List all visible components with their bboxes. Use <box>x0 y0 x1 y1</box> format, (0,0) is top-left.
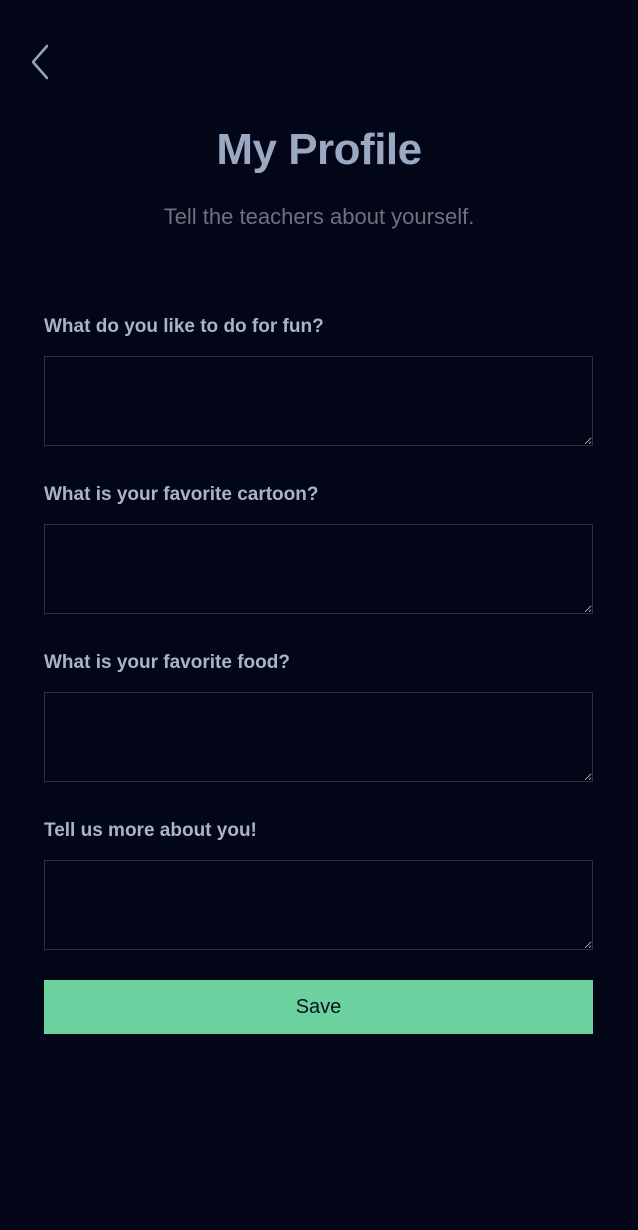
cartoon-answer-field[interactable] <box>44 524 593 614</box>
food-answer-field[interactable] <box>44 692 593 782</box>
food-question-label: What is your favorite food? <box>44 652 290 673</box>
save-button[interactable]: Save <box>44 980 593 1034</box>
about-question-label: Tell us more about you! <box>44 820 257 841</box>
fun-answer-field[interactable] <box>44 356 593 446</box>
page-subtitle: Tell the teachers about yourself. <box>163 204 475 229</box>
cartoon-question-label: What is your favorite cartoon? <box>44 484 319 505</box>
page-title: My Profile <box>216 125 422 174</box>
chevron-left-icon <box>31 44 49 80</box>
fun-question-label: What do you like to do for fun? <box>44 316 324 337</box>
back-button[interactable] <box>22 40 58 84</box>
about-answer-field[interactable] <box>44 860 593 950</box>
